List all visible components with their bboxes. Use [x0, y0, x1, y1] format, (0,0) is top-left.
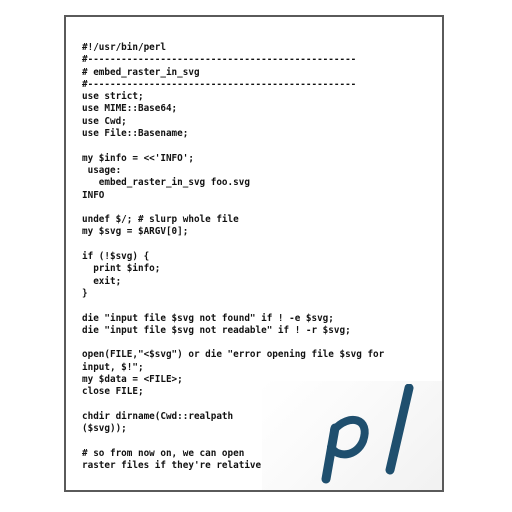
code-line: my $info = <<'INFO'; — [82, 152, 194, 164]
code-line: print $info; — [82, 263, 161, 275]
code-page: #!/usr/bin/perl #------------------------… — [64, 15, 444, 492]
code-line: input, $!"; — [82, 361, 144, 373]
code-line: embed_raster_in_svg foo.svg — [82, 177, 250, 189]
code-line: usage: — [82, 164, 122, 176]
code-line: use MIME::Base64; — [82, 103, 178, 115]
perl-logo-icon — [321, 384, 414, 484]
code-line: die "input file $svg not readable" if ! … — [82, 324, 351, 336]
logo-letter-l — [385, 384, 414, 475]
code-line: exit; — [82, 275, 122, 287]
code-line: die "input file $svg not found" if ! -e … — [82, 312, 334, 324]
code-line: use File::Basename; — [82, 128, 189, 140]
code-line: #---------------------------------------… — [82, 54, 357, 66]
code-line: open(FILE,"<$svg") or die "error opening… — [82, 349, 385, 361]
code-line: use Cwd; — [82, 115, 127, 127]
code-line: } — [82, 287, 88, 299]
code-line: #---------------------------------------… — [82, 78, 357, 90]
code-line: if (!$svg) { — [82, 251, 150, 263]
code-line: # embed_raster_in_svg — [82, 66, 200, 78]
code-line: #!/usr/bin/perl — [82, 42, 166, 53]
code-line: undef $/; # slurp whole file — [82, 214, 239, 226]
code-line: my $svg = $ARGV[0]; — [82, 226, 189, 238]
code-line: INFO — [82, 189, 105, 201]
code-line: use strict; — [82, 91, 144, 103]
